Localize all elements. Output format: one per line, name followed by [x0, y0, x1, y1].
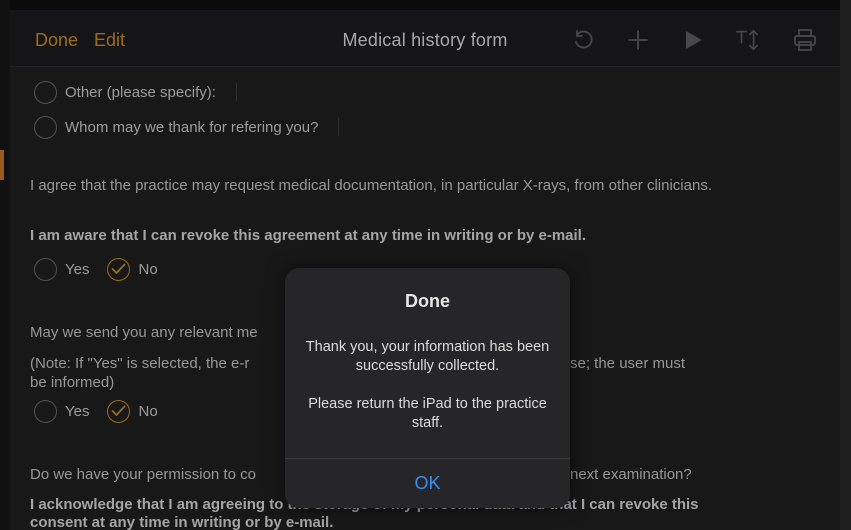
- dialog-message-collected: Thank you, your information has been suc…: [305, 339, 550, 374]
- right-background-edge: [840, 0, 851, 530]
- done-alert-dialog: Done Thank you, your information has bee…: [285, 268, 570, 508]
- left-edge-accent: [0, 150, 4, 180]
- dialog-title: Done: [405, 291, 450, 311]
- left-background-edge: [0, 0, 10, 530]
- dialog-message-return-ipad: Please return the iPad to the practice s…: [308, 396, 547, 431]
- ok-button[interactable]: OK: [285, 459, 570, 508]
- ipad-screen: Done Edit Medical history form Other (pl…: [10, 10, 840, 530]
